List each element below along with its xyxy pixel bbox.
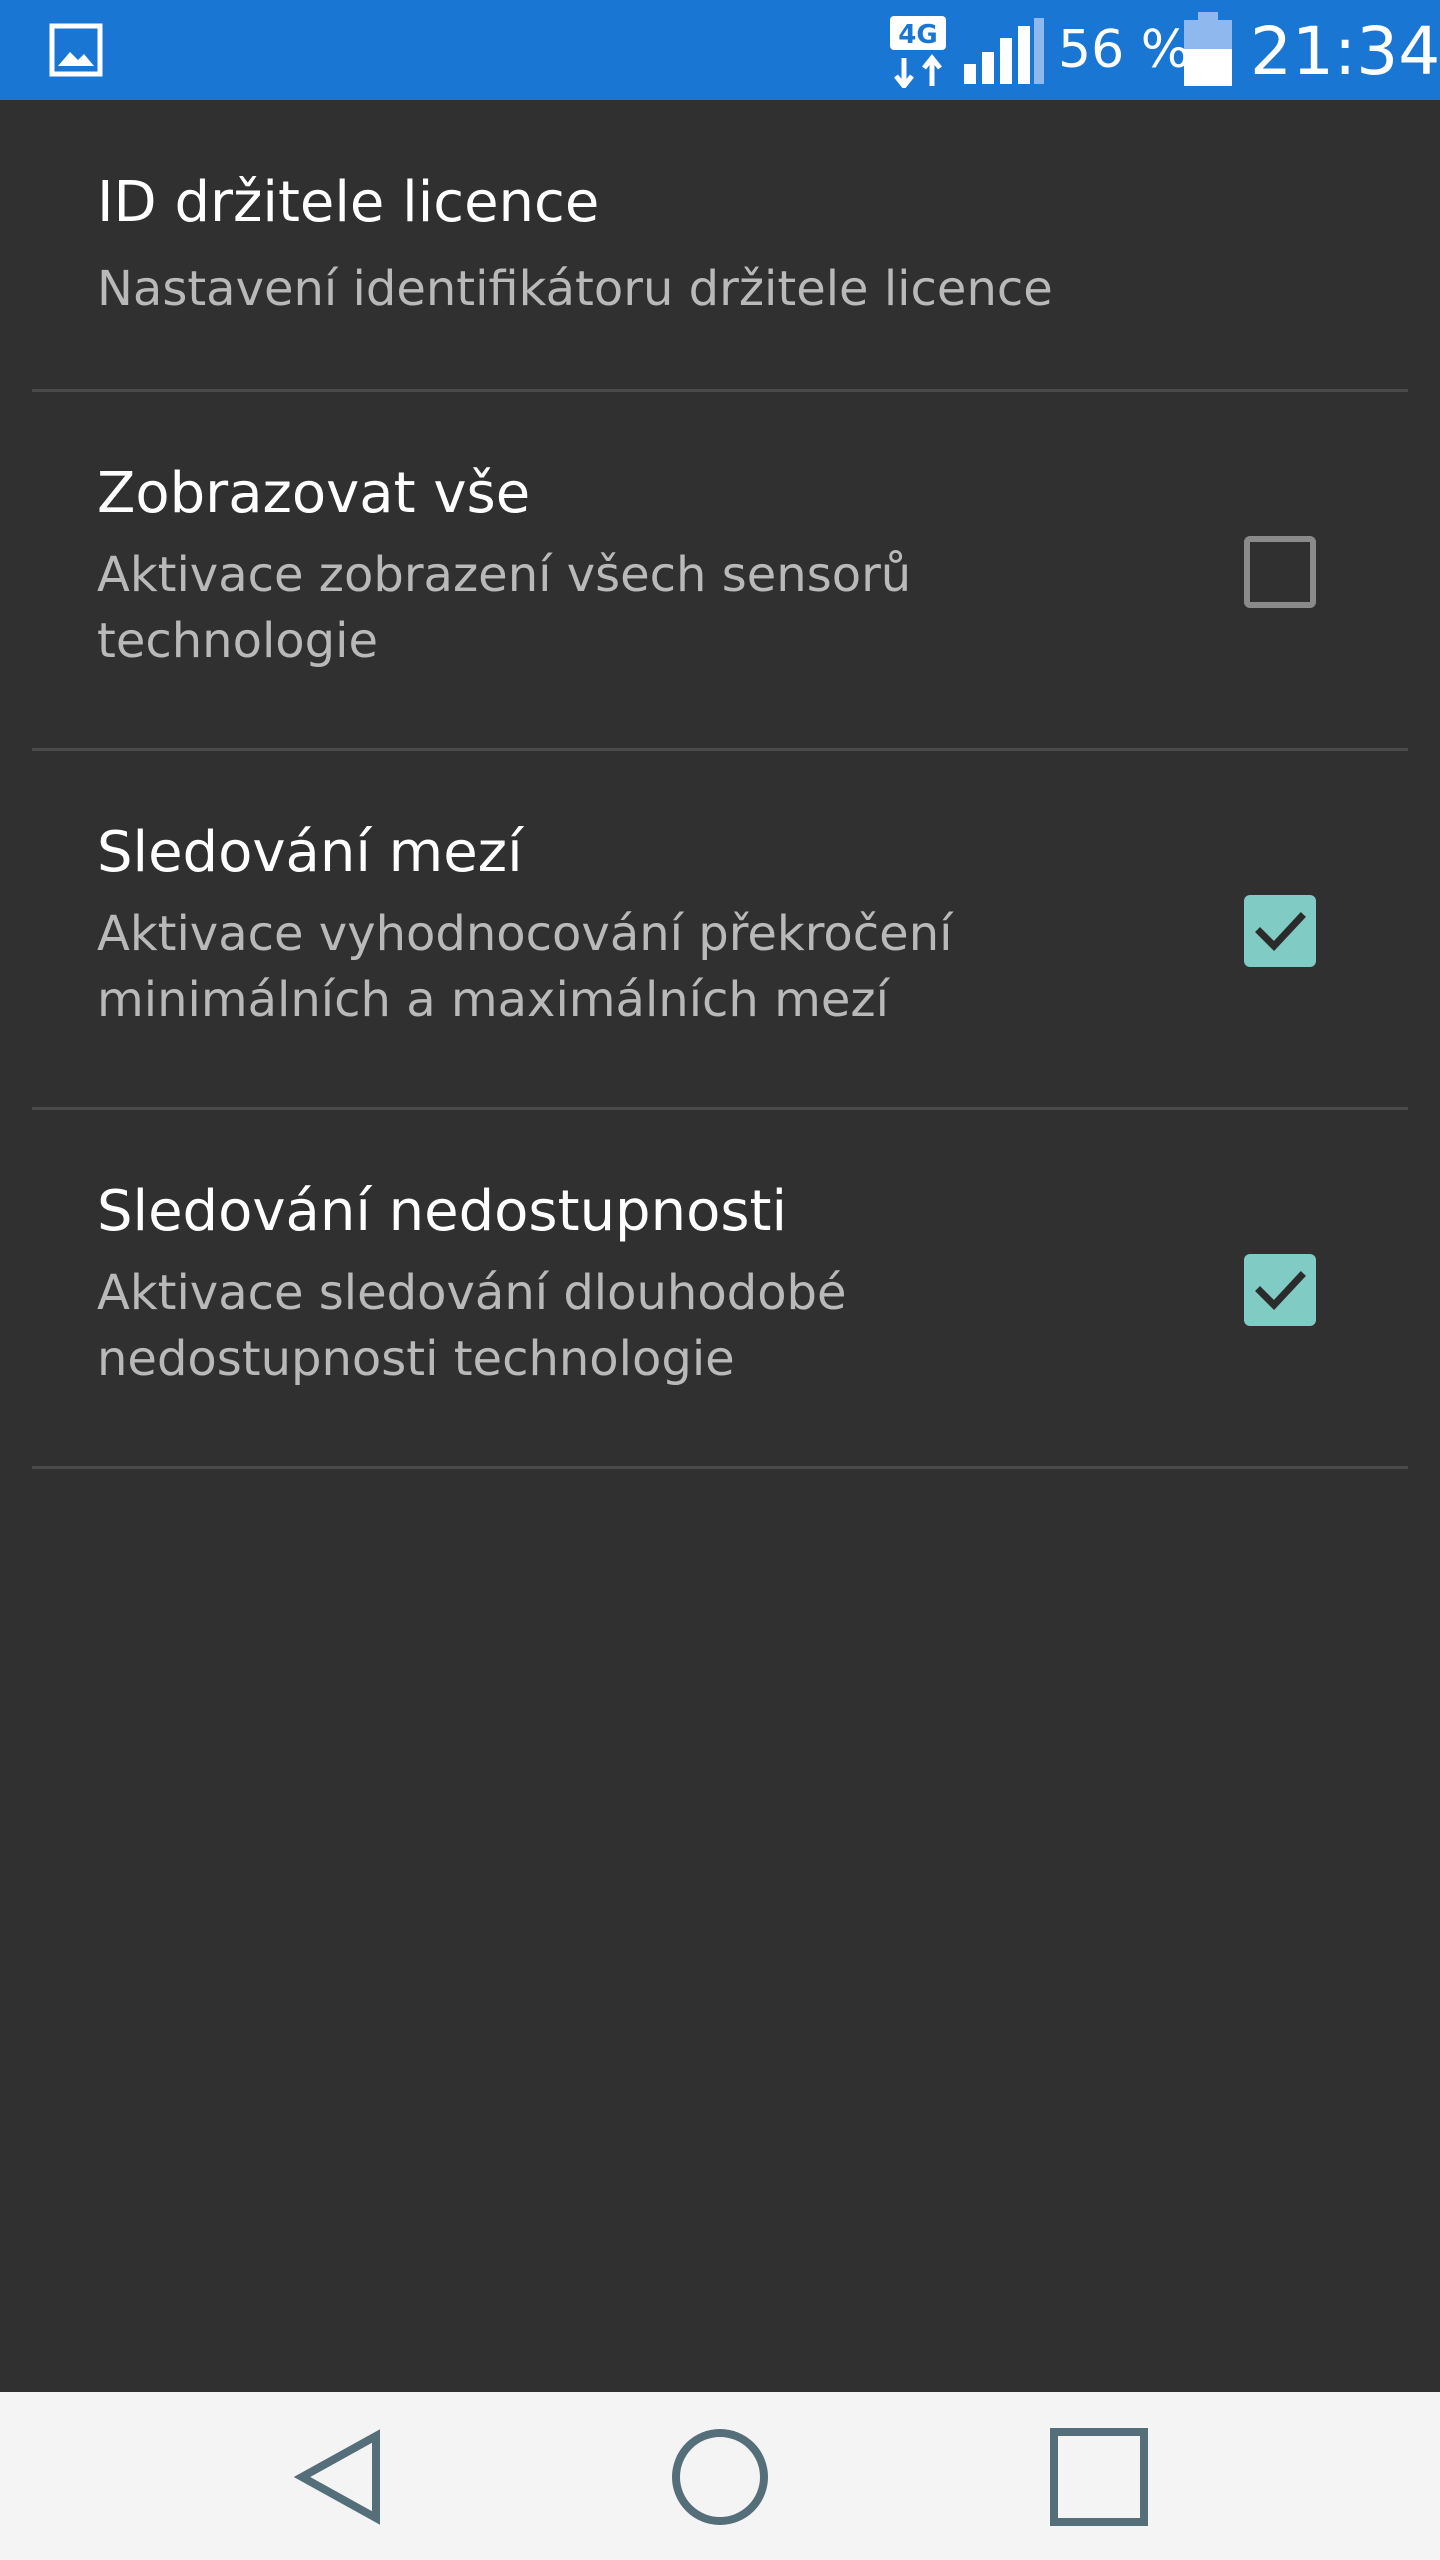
checkmark-icon <box>1255 1271 1306 1311</box>
pref-show-all[interactable]: Zobrazovat vše Aktivace zobrazení všech … <box>0 392 1440 751</box>
network-type-label: 4G <box>898 20 937 50</box>
gallery-icon <box>49 23 103 77</box>
pref-title: ID držitele licence <box>97 170 600 235</box>
clock: 21:34 <box>1250 13 1440 90</box>
pref-summary: Aktivace sledování dlouhodobé nedostupno… <box>97 1265 847 1387</box>
pref-summary: Aktivace zobrazení všech sensorů technol… <box>97 547 912 669</box>
limit-monitoring-checkbox[interactable] <box>1244 895 1316 967</box>
pref-summary: Aktivace vyhodnocování překročení minimá… <box>97 906 953 1028</box>
pref-unavailability-monitoring[interactable]: Sledování nedostupnosti Aktivace sledová… <box>0 1110 1440 1469</box>
navigation-bar <box>0 2392 1440 2560</box>
pref-summary: Nastavení identifikátoru držitele licenc… <box>97 261 1053 317</box>
battery-icon <box>1184 12 1232 86</box>
recent-apps-icon[interactable] <box>1040 2422 1160 2532</box>
pref-title: Sledování mezí <box>97 820 523 885</box>
pref-license-holder-id[interactable]: ID držitele licence Nastavení identifiká… <box>0 100 1440 392</box>
pref-title: Sledování nedostupnosti <box>97 1179 788 1244</box>
battery-percentage: 56 % <box>1058 20 1191 80</box>
checkmark-icon <box>1255 912 1306 952</box>
show-all-checkbox[interactable] <box>1244 536 1316 608</box>
signal-icon <box>964 18 1044 84</box>
pref-limit-monitoring[interactable]: Sledování mezí Aktivace vyhodnocování př… <box>0 751 1440 1110</box>
home-icon[interactable] <box>660 2422 780 2532</box>
data-transfer-icon: 4G <box>890 16 946 88</box>
divider <box>32 1466 1408 1469</box>
unavailability-monitoring-checkbox[interactable] <box>1244 1254 1316 1326</box>
settings-list: ID držitele licence Nastavení identifiká… <box>0 100 1440 1469</box>
back-icon[interactable] <box>280 2422 400 2532</box>
pref-title: Zobrazovat vše <box>97 461 531 526</box>
status-bar: 4G 56 % 21:34 <box>0 0 1440 100</box>
